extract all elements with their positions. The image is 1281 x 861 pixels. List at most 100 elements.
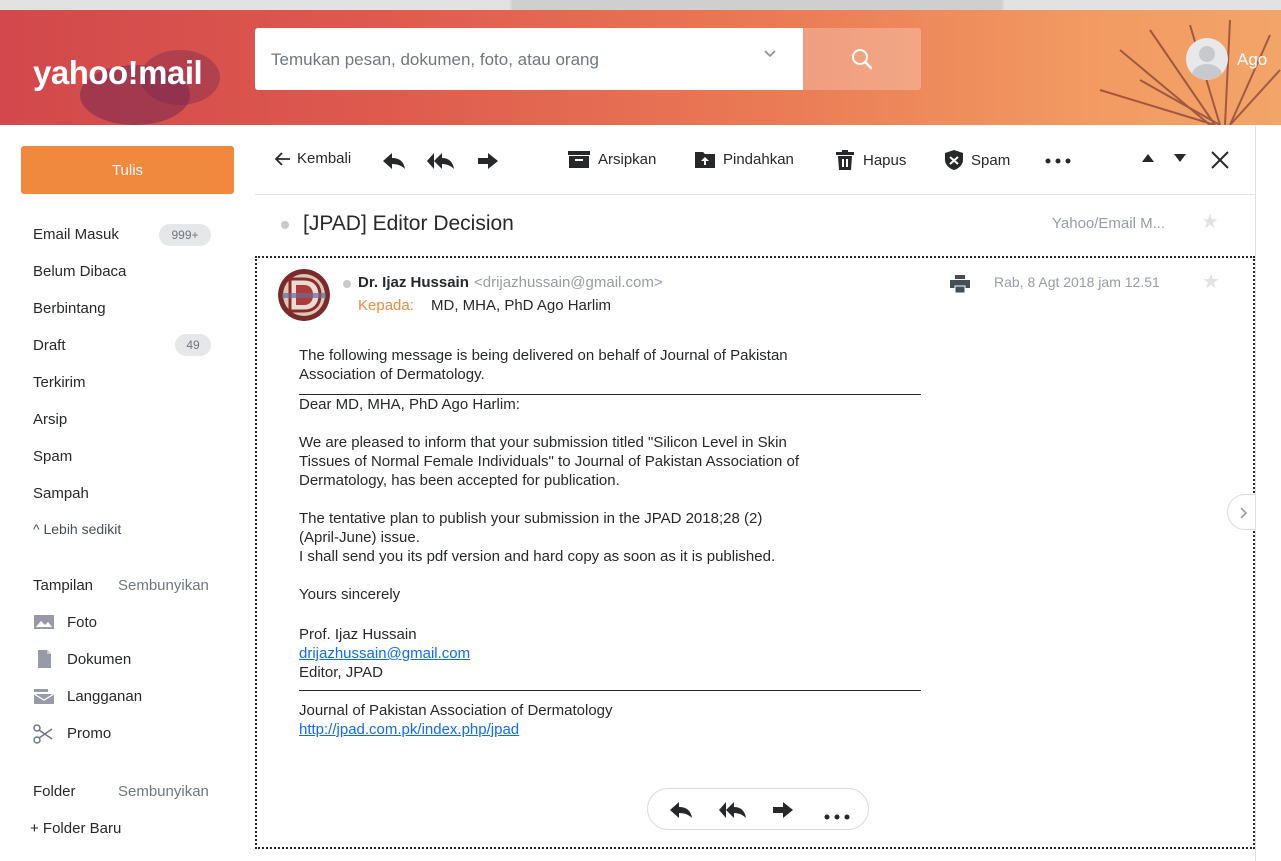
sidebar-item-spam[interactable]: Spam <box>33 448 72 465</box>
body-closing: Yours sincerely <box>299 586 401 603</box>
spam-button[interactable]: Spam <box>945 150 1010 170</box>
view-subscriptions[interactable]: Langganan <box>33 687 142 705</box>
signature-name: Prof. Ijaz Hussain <box>299 626 417 643</box>
sidebar-item-starred[interactable]: Berbintang <box>33 300 106 317</box>
yahoo-mail-logo[interactable]: yahoo!mail <box>33 54 203 92</box>
star-icon[interactable]: ★ <box>1201 209 1219 234</box>
triangle-down-icon <box>1174 154 1186 162</box>
sidebar-item-sent[interactable]: Terkirim <box>33 374 86 391</box>
sidebar-item-archive[interactable]: Arsip <box>33 411 67 428</box>
sidebar-item-unread[interactable]: Belum Dibaca <box>33 263 126 280</box>
sender-email[interactable]: <drijazhussain@gmail.com> <box>474 274 663 291</box>
sender-status-dot <box>343 280 351 288</box>
view-subscriptions-label: Langganan <box>67 687 143 705</box>
delete-button[interactable]: Hapus <box>835 150 906 170</box>
reply-all-icon <box>719 802 746 818</box>
body-line: The following message is being delivered… <box>299 347 788 364</box>
view-documents[interactable]: Dokumen <box>33 650 131 668</box>
quick-reply-all-button[interactable] <box>718 801 748 824</box>
more-icon <box>1045 158 1071 164</box>
body-line: The tentative plan to publish your submi… <box>299 510 763 527</box>
arrow-left-icon <box>275 151 290 166</box>
close-icon <box>1211 151 1229 169</box>
body-line: We are pleased to inform that your submi… <box>299 434 787 451</box>
view-photos[interactable]: Foto <box>33 613 97 631</box>
archive-icon <box>568 151 590 168</box>
subscription-icon <box>33 687 55 705</box>
message-star-icon[interactable]: ★ <box>1202 269 1220 294</box>
back-button[interactable]: Kembali <box>275 150 351 167</box>
new-folder-button[interactable]: + Folder Baru <box>30 820 121 837</box>
user-name[interactable]: Ago <box>1237 50 1267 70</box>
message-card: Dr. Ijaz Hussain <drijazhussain@gmail.co… <box>255 256 1255 849</box>
trash-icon <box>836 150 854 170</box>
archive-label: Arsipkan <box>598 150 657 168</box>
window-top-strip <box>0 0 1281 10</box>
next-pane-button[interactable] <box>1227 494 1255 530</box>
quick-more-button[interactable] <box>824 807 850 825</box>
sidebar-item-inbox[interactable]: Email Masuk <box>33 226 119 243</box>
more-actions-button[interactable] <box>1045 158 1071 164</box>
reply-all-button[interactable] <box>426 152 456 170</box>
search-icon <box>852 49 873 70</box>
drafts-count-badge: 49 <box>175 334 211 356</box>
search-box <box>255 28 803 90</box>
body-line: Tissues of Normal Female Individuals" to… <box>299 453 800 470</box>
reply-button[interactable] <box>382 152 406 170</box>
chevron-down-icon[interactable] <box>763 46 777 65</box>
move-folder-icon <box>695 152 715 168</box>
recipient-label: Kepada: <box>358 297 414 314</box>
message-date: Rab, 8 Agt 2018 jam 12.51 <box>994 274 1160 290</box>
spam-label: Spam <box>971 151 1011 169</box>
journal-url-link[interactable]: http://jpad.com.pk/index.php/jpad <box>299 720 939 739</box>
view-promos-label: Promo <box>67 724 112 742</box>
sidebar-item-drafts[interactable]: Draft <box>33 337 66 354</box>
views-hide-link[interactable]: Sembunyikan <box>118 577 209 594</box>
quick-reply-button[interactable] <box>669 801 693 824</box>
forward-icon <box>773 802 793 818</box>
body-greeting: Dear MD, MHA, PhD Ago Harlim: <box>299 396 520 413</box>
user-avatar[interactable] <box>1186 38 1228 80</box>
body-line: I shall send you its pdf version and har… <box>299 548 776 565</box>
compose-button[interactable]: Tulis <box>21 146 234 194</box>
move-button[interactable]: Pindahkan <box>695 150 794 168</box>
message-toolbar: Kembali Arsipkan Pindahkan Hapus Spam <box>255 125 1255 195</box>
recipient-name[interactable]: MD, MHA, PhD Ago Harlim <box>431 297 611 314</box>
previous-message-button[interactable] <box>1142 154 1154 162</box>
reply-all-icon <box>427 153 454 169</box>
inbox-count-badge: 999+ <box>159 224 211 246</box>
signature-title: Editor, JPAD <box>299 664 383 681</box>
body-separator <box>299 690 921 691</box>
quick-actions-pill <box>647 788 869 830</box>
next-message-button[interactable] <box>1174 154 1186 162</box>
back-label: Kembali <box>297 150 352 167</box>
body-line: (April-June) issue. <box>299 529 420 546</box>
archive-button[interactable]: Arsipkan <box>568 150 656 168</box>
message-body: The following message is being delivered… <box>299 346 939 739</box>
view-promos[interactable]: Promo <box>33 724 112 744</box>
document-icon <box>33 650 55 668</box>
forward-button[interactable] <box>477 152 499 170</box>
print-button[interactable] <box>950 275 970 298</box>
folders-hide-link[interactable]: Sembunyikan <box>118 783 209 800</box>
quick-forward-button[interactable] <box>772 801 794 824</box>
views-section-title: Tampilan <box>33 577 94 594</box>
photo-icon <box>33 613 55 631</box>
sidebar-item-trash[interactable]: Sampah <box>33 485 89 502</box>
view-documents-label: Dokumen <box>67 650 132 668</box>
signature-email-link[interactable]: drijazhussain@gmail.com <box>299 644 939 663</box>
folders-section-title: Folder <box>33 783 76 800</box>
search-input[interactable] <box>271 46 741 74</box>
sender-name[interactable]: Dr. Ijaz Hussain <box>358 274 469 291</box>
folder-label[interactable]: Yahoo/Email M... <box>1052 215 1165 232</box>
show-less-toggle[interactable]: ^ Lebih sedikit <box>33 521 121 537</box>
search-button[interactable] <box>803 28 921 90</box>
reply-icon <box>383 153 405 169</box>
body-line: Dermatology, has been accepted for publi… <box>299 472 620 489</box>
printer-icon <box>950 275 970 294</box>
body-line: Association of Dermatology. <box>299 366 485 383</box>
reply-icon <box>670 802 692 818</box>
chevron-right-icon <box>1240 507 1248 519</box>
unread-dot[interactable] <box>281 221 289 229</box>
close-button[interactable] <box>1210 150 1230 170</box>
